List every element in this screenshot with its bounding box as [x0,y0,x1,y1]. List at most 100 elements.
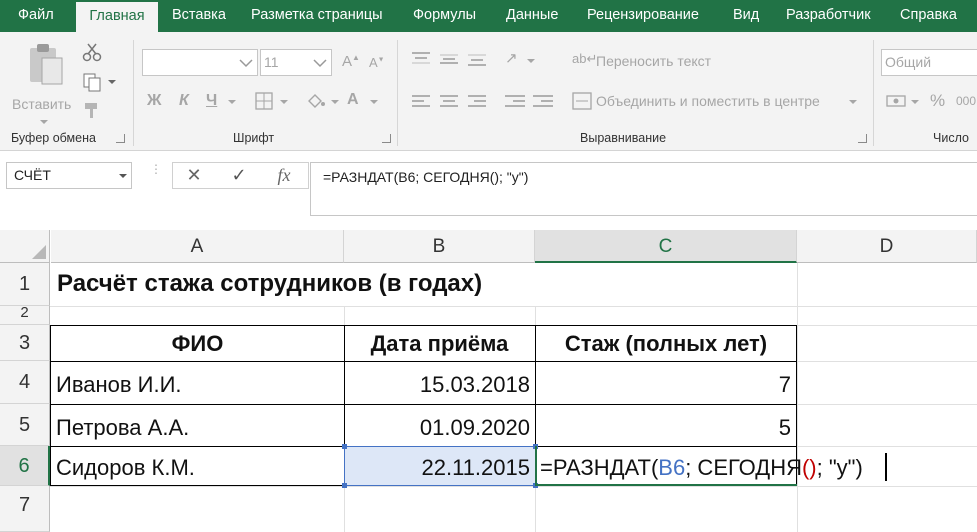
underline-button[interactable]: Ч [206,93,217,109]
merge-cells-icon [572,92,592,110]
tab-view[interactable]: Вид [733,0,759,32]
bold-button[interactable]: Ж [147,93,161,109]
formula-input[interactable]: =РАЗНДАТ(B6; СЕГОДНЯ(); "y") [310,162,977,216]
increase-indent-icon[interactable] [533,95,553,109]
copy-icon[interactable] [82,72,102,92]
cell-c4[interactable]: 7 [535,372,791,398]
cut-icon[interactable] [82,42,102,62]
row-header-2[interactable]: 2 [0,306,50,325]
paste-button[interactable]: Вставить [12,40,76,128]
row-header-5[interactable]: 5 [0,404,50,446]
thousands-separator-button[interactable]: 000 [956,95,976,107]
cell-a5[interactable]: Петрова А.А. [56,415,189,441]
name-box-dropdown-icon[interactable] [119,174,127,178]
merge-center-button[interactable]: Объединить и поместить в центре [572,90,862,112]
cell-b6[interactable]: 22.11.2015 [344,455,530,481]
column-header-b[interactable]: B [344,230,535,263]
header-cell-date[interactable]: Дата приёма [344,331,535,357]
column-header-d[interactable]: D [797,230,977,263]
cell-b4[interactable]: 15.03.2018 [344,372,530,398]
tab-data[interactable]: Данные [506,0,558,32]
sheet-title[interactable]: Расчёт стажа сотрудников (в годах) [57,270,482,298]
font-name-combobox[interactable] [142,49,258,76]
gridline [50,306,977,307]
ref-handle[interactable] [342,444,347,449]
orientation-icon[interactable]: ↗ [505,51,518,66]
alignment-launcher-icon[interactable] [858,134,867,143]
format-painter-icon[interactable] [82,100,102,120]
align-right-icon[interactable] [468,95,486,109]
tab-insert[interactable]: Вставка [172,0,226,32]
column-header-a[interactable]: A [51,230,344,263]
italic-button[interactable]: К [179,93,189,109]
enter-icon[interactable]: ✓ [224,163,254,188]
paste-icon [30,44,63,85]
tab-formulas[interactable]: Формулы [413,0,476,32]
percent-button[interactable]: % [930,92,945,109]
column-header-c[interactable]: C [535,230,797,263]
cell-c6-editing[interactable]: =РАЗНДАТ(B6; СЕГОДНЯ(); "y") [540,455,863,481]
number-format-combobox[interactable]: Общий [881,49,977,76]
worksheet-grid[interactable]: A B C D 1 2 3 4 5 6 7 Расчёт стажа сотру… [0,230,977,532]
currency-dropdown-icon[interactable] [911,100,919,104]
formula-parens: () [801,455,817,480]
tab-file[interactable]: Файл [18,0,54,32]
gridline [797,263,798,532]
cell-a6[interactable]: Сидоров К.М. [56,455,195,481]
select-all-button[interactable] [0,230,50,263]
cell-c5[interactable]: 5 [535,415,791,441]
row-header-6[interactable]: 6 [0,446,50,486]
borders-dropdown-icon[interactable] [280,100,288,104]
fill-color-icon[interactable] [306,92,326,110]
wrap-text-icon: ab↵ [572,51,598,66]
cancel-icon[interactable]: ✕ [179,163,209,188]
cell-b5[interactable]: 01.09.2020 [344,415,530,441]
cell-a4[interactable]: Иванов И.И. [56,372,182,398]
text-cursor [885,453,887,481]
wrap-text-button[interactable]: ab↵ Переносить текст [572,50,742,72]
gridline [50,486,977,487]
table-border [50,325,797,326]
formula-bar-grip[interactable]: ⋮ [150,163,162,186]
row-header-4[interactable]: 4 [0,361,50,404]
header-cell-years[interactable]: Стаж (полных лет) [535,331,797,357]
font-color-dropdown-icon[interactable] [370,100,378,104]
tab-help[interactable]: Справка [900,0,957,32]
decrease-indent-icon[interactable] [505,95,525,109]
tab-review[interactable]: Рецензирование [587,0,699,32]
underline-dropdown-icon[interactable] [228,100,236,104]
tab-page-layout[interactable]: Разметка страницы [251,0,383,32]
align-top-icon[interactable] [412,52,430,66]
copy-dropdown-icon[interactable] [108,80,116,84]
ref-handle[interactable] [342,483,347,488]
row-header-3[interactable]: 3 [0,325,50,361]
currency-icon[interactable] [886,92,908,110]
fill-color-dropdown-icon[interactable] [331,100,339,104]
font-color-icon[interactable]: A [347,92,359,108]
ribbon: Вставить Буфер обмена 11 A▲ A▼ Ж К Ч A Ш… [0,32,977,151]
orientation-dropdown-icon[interactable] [527,59,535,63]
formula-bar: СЧЁТ ⋮ ✕ ✓ fx =РАЗНДАТ(B6; СЕГОДНЯ(); "y… [0,152,977,230]
borders-icon[interactable] [255,92,273,110]
tab-developer[interactable]: Разработчик [786,0,871,32]
align-left-icon[interactable] [412,95,430,109]
formula-text: =РАЗНДАТ(B6; СЕГОДНЯ(); "y") [323,169,529,185]
align-center-icon[interactable] [440,95,458,109]
merge-dropdown-icon [849,100,857,104]
clipboard-group-label: Буфер обмена [11,131,96,145]
font-size-combobox[interactable]: 11 [260,49,332,76]
clipboard-launcher-icon[interactable] [116,134,125,143]
group-separator [397,40,398,146]
align-bottom-icon[interactable] [468,52,486,66]
tab-home[interactable]: Главная [76,2,158,32]
align-middle-icon[interactable] [440,52,458,66]
insert-function-icon[interactable]: fx [269,163,299,188]
increase-font-icon[interactable]: A▲ [342,54,360,70]
paste-dropdown-icon [40,120,48,124]
font-launcher-icon[interactable] [382,134,391,143]
name-box[interactable]: СЧЁТ [6,162,132,189]
row-header-1[interactable]: 1 [0,263,50,306]
decrease-font-icon[interactable]: A▼ [369,56,385,69]
row-header-7[interactable]: 7 [0,486,50,532]
header-cell-name[interactable]: ФИО [51,331,344,357]
